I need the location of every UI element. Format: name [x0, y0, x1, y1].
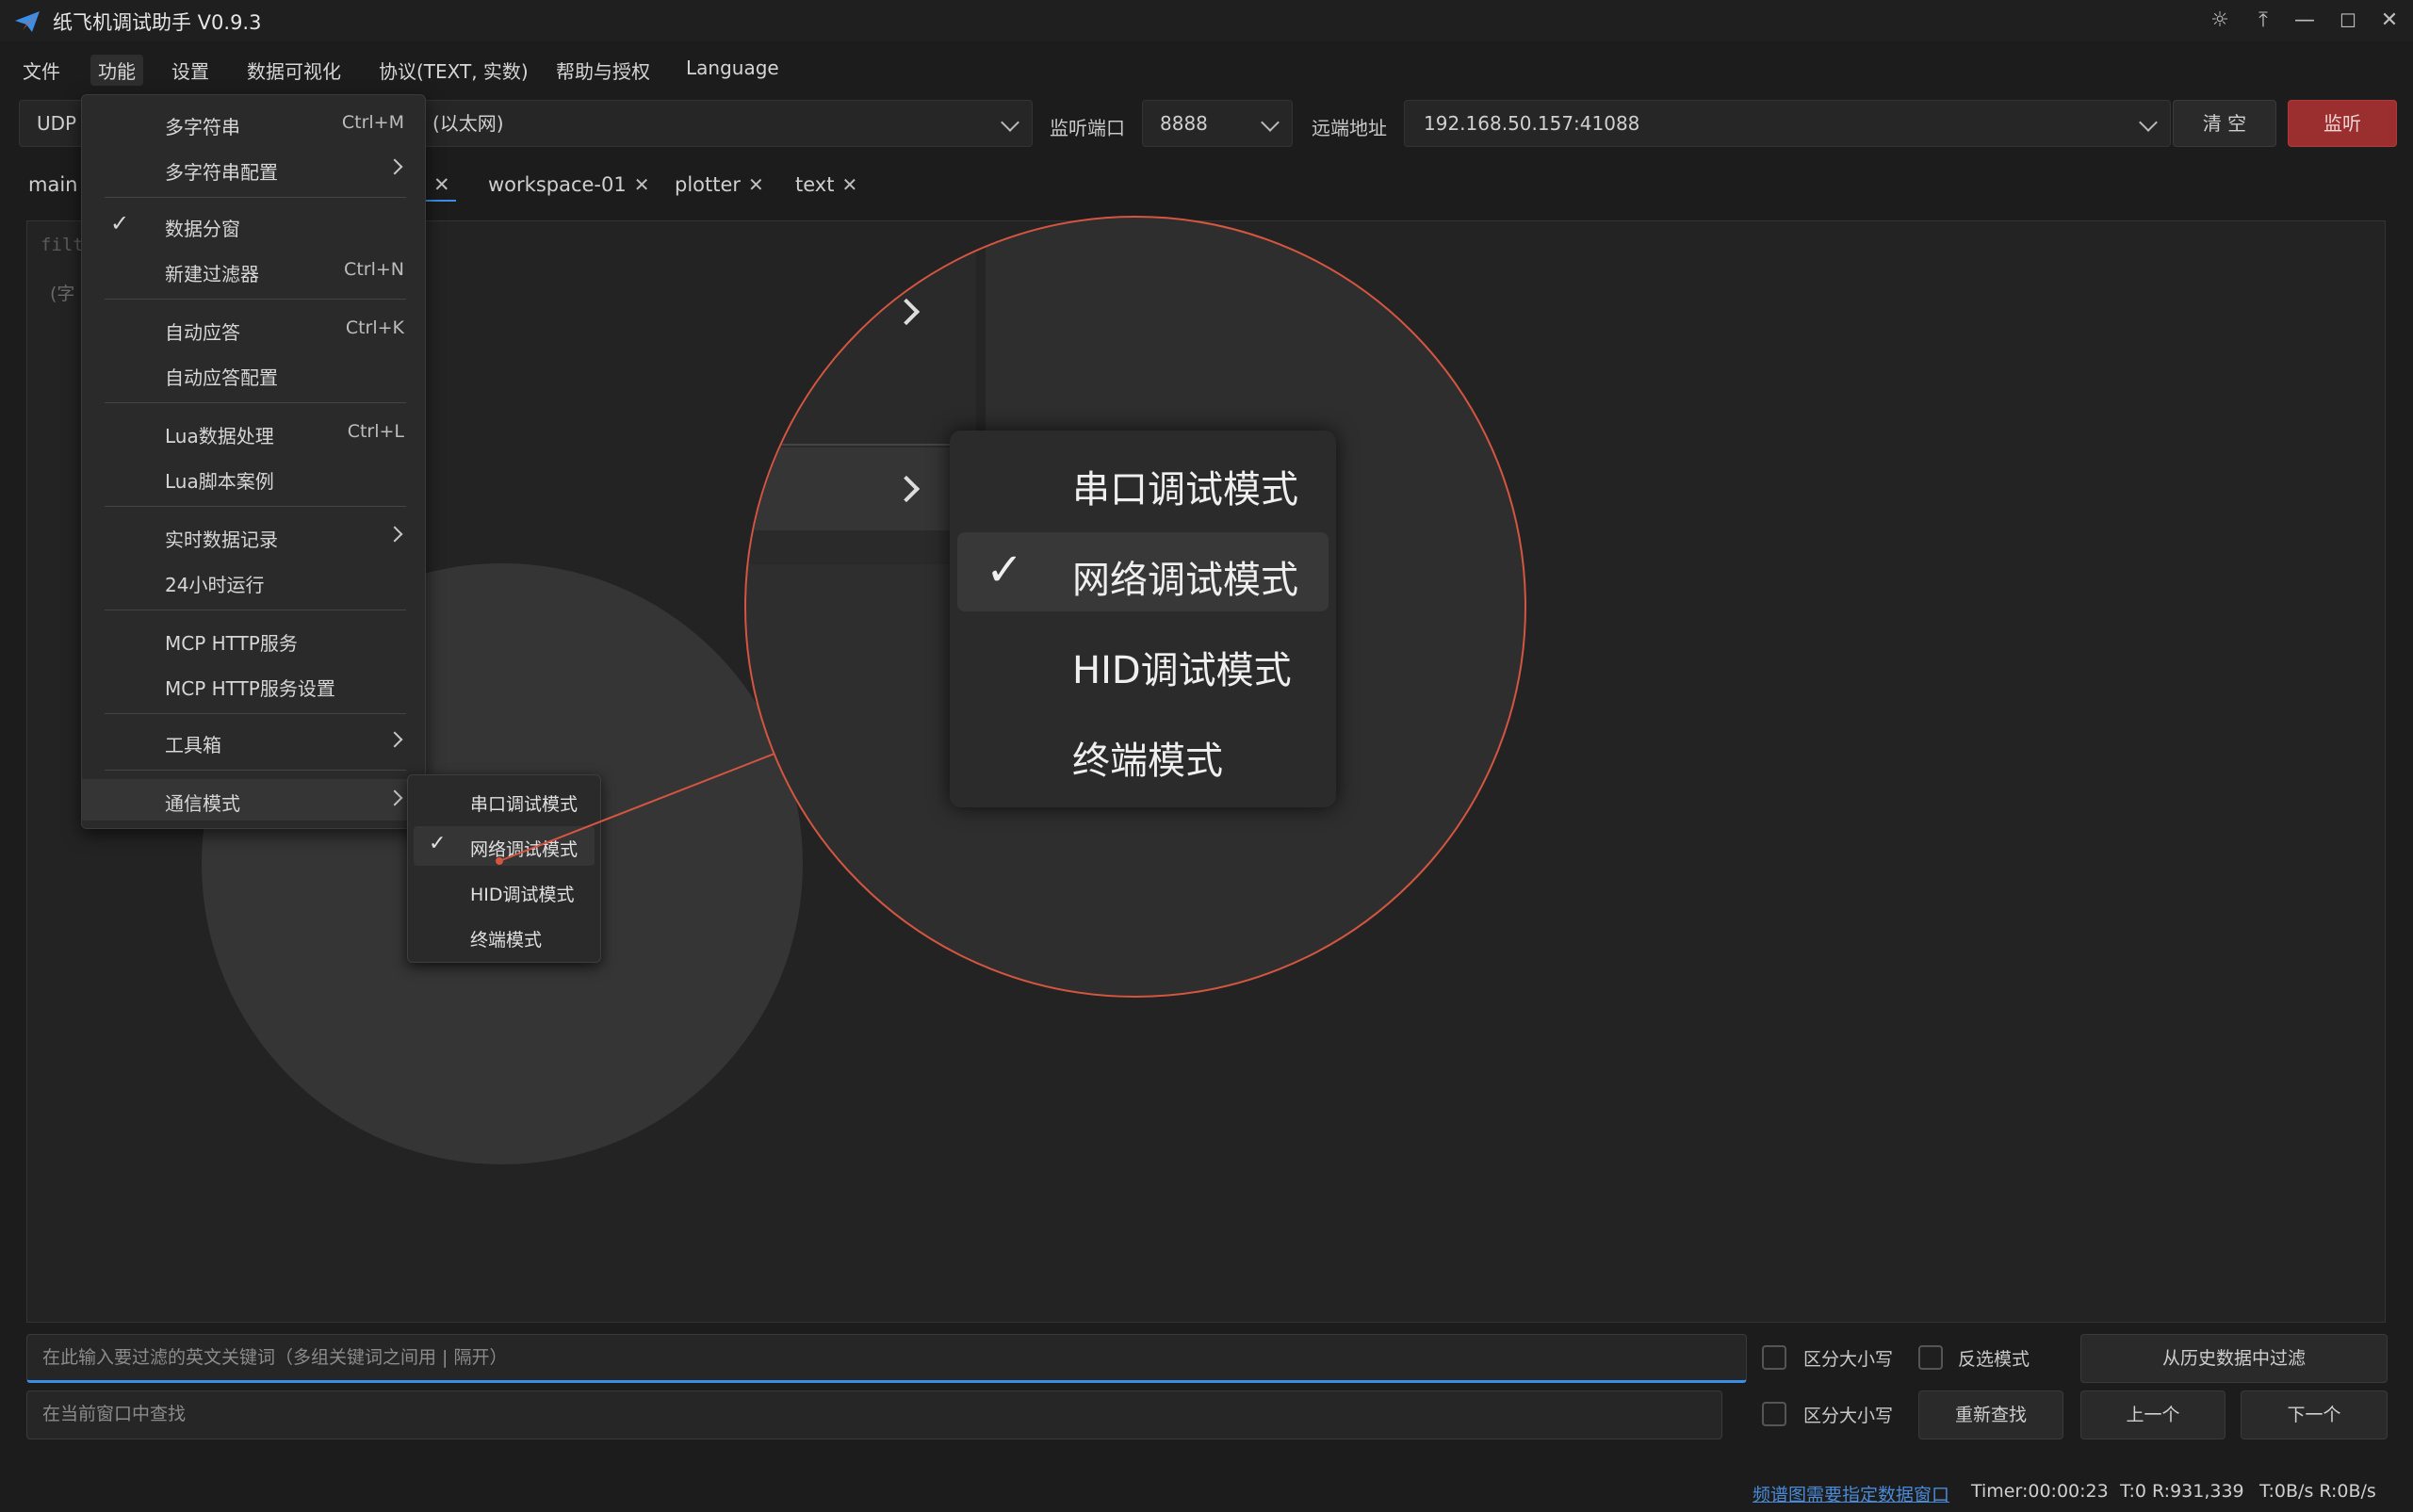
check-icon: ✓ — [986, 544, 1024, 596]
zoom-item-network: ✓ 网络调试模式 — [957, 532, 1329, 611]
next-button[interactable]: 下一个 — [2241, 1390, 2388, 1439]
zoom-submenu: 串口调试模式 ✓ 网络调试模式 HID调试模式 终端模式 — [950, 431, 1336, 807]
search-case-label: 区分大小写 — [1803, 1406, 1894, 1426]
invert-mode-checkbox[interactable] — [1918, 1345, 1943, 1370]
zoom-item-hid: HID调试模式 — [1072, 649, 1292, 692]
zoom-item-terminal: 终端模式 — [1072, 740, 1223, 783]
magnifier-zoom-circle: 串口调试模式 ✓ 网络调试模式 HID调试模式 终端模式 — [744, 216, 1526, 998]
timer-status: Timer:00:00:23 — [1971, 1481, 2109, 1502]
case-sensitive-checkbox[interactable] — [1762, 1345, 1786, 1370]
research-button[interactable]: 重新查找 — [1918, 1390, 2063, 1439]
case-sensitive-label: 区分大小写 — [1803, 1349, 1894, 1370]
zoom-item-serial: 串口调试模式 — [1072, 468, 1298, 512]
invert-mode-label: 反选模式 — [1958, 1349, 2030, 1370]
search-case-checkbox[interactable] — [1762, 1402, 1786, 1426]
filter-history-button[interactable]: 从历史数据中过滤 — [2080, 1334, 2388, 1383]
rate-status: T:0B/s R:0B/s — [2259, 1481, 2376, 1502]
spectrum-link[interactable]: 频谱图需要指定数据窗口 — [1753, 1481, 1949, 1506]
zoom-parent-menu — [746, 218, 986, 444]
counter-status: T:0 R:931,339 — [2120, 1481, 2244, 1502]
prev-button[interactable]: 上一个 — [2080, 1390, 2226, 1439]
filter-input[interactable]: 在此输入要过滤的英文关键词（多组关键词之间用 | 隔开） — [26, 1334, 1747, 1383]
search-input[interactable]: 在当前窗口中查找 — [26, 1390, 1722, 1439]
zoom-highlight-row — [746, 447, 976, 530]
